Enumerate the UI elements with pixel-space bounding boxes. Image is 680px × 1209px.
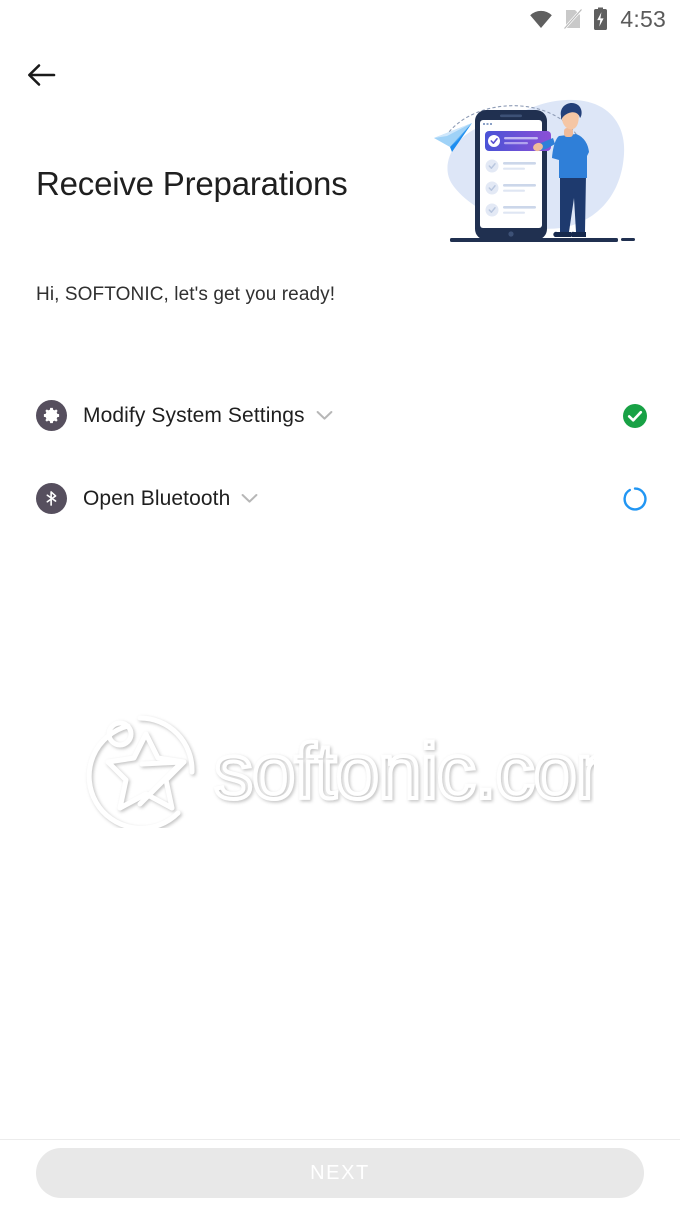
footer-divider (0, 1139, 680, 1140)
permission-row-open-bluetooth[interactable]: Open Bluetooth (0, 457, 680, 540)
chevron-down-icon[interactable] (241, 493, 258, 504)
spinner-icon (623, 486, 647, 511)
softonic-star-logo (86, 715, 195, 831)
watermark-text: softonic.com (214, 727, 594, 815)
bluetooth-icon (36, 483, 67, 514)
softonic-watermark: softonic.com (82, 700, 643, 831)
permission-label: Open Bluetooth (83, 486, 231, 510)
arrow-left-icon (27, 64, 56, 86)
wifi-icon (529, 9, 553, 29)
status-bar: 4:53 (0, 0, 680, 38)
battery-charging-icon (593, 7, 608, 31)
sim-card-disabled-icon (563, 8, 583, 30)
permission-label: Modify System Settings (83, 403, 305, 427)
app-screen: 4:53 Receive Preparations Hi, SOFTONIC, … (0, 0, 680, 1209)
gear-icon (36, 400, 67, 431)
phone-device (475, 110, 551, 240)
page-title: Receive Preparations (36, 165, 348, 202)
permission-list: Modify System Settings Open Bluetooth (0, 374, 680, 540)
check-circle-icon (623, 403, 647, 428)
back-button[interactable] (18, 52, 64, 98)
permission-row-modify-system-settings[interactable]: Modify System Settings (0, 374, 680, 457)
next-button[interactable]: NEXT (36, 1148, 644, 1198)
status-badge-loading (620, 484, 650, 514)
greeting-text: Hi, SOFTONIC, let's get you ready! (36, 284, 336, 305)
status-bar-clock: 4:53 (620, 5, 666, 32)
status-badge-complete (620, 401, 650, 431)
checklist-phone-illustration (428, 92, 640, 250)
chevron-down-icon[interactable] (316, 410, 333, 421)
